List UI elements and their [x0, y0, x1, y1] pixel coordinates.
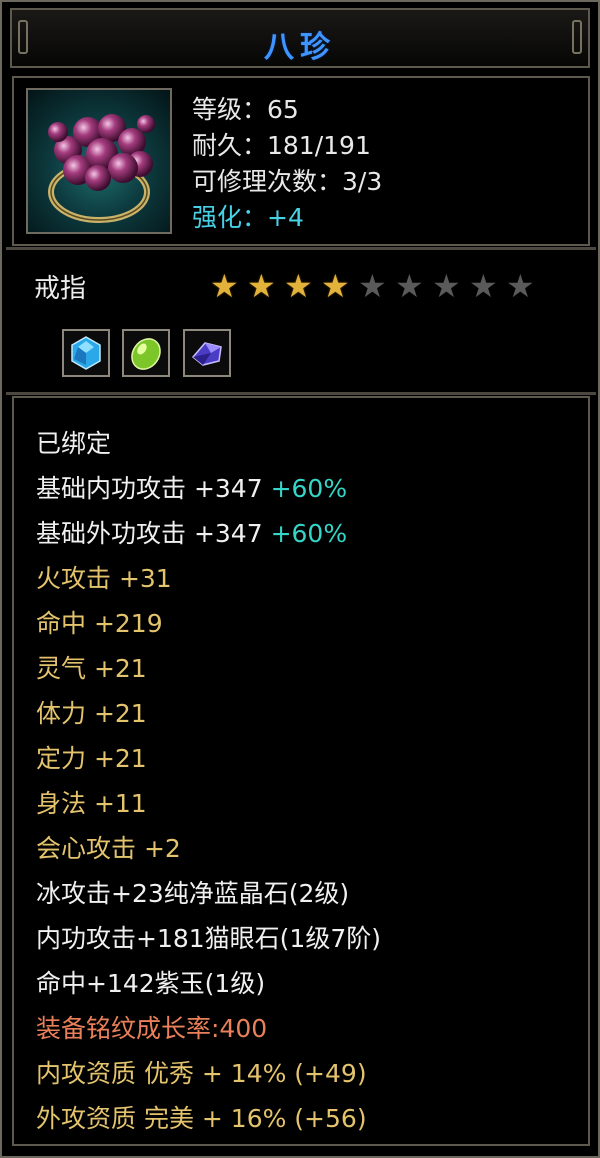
- gem-bonus-jade: 命中+142紫玉(1级): [36, 969, 266, 998]
- gem-bonus-ice: 冰攻击+23纯净蓝晶石(2级): [36, 879, 350, 908]
- attr-fire-attack: 火攻击 +31: [36, 564, 172, 593]
- star-filled-icon: ★: [210, 267, 239, 305]
- star-empty-icon: ★: [432, 267, 461, 305]
- growth-rate: 装备铭纹成长率:400: [36, 1014, 268, 1043]
- purple-gem-icon[interactable]: [183, 329, 231, 377]
- attr-inner-attack: 基础内功攻击 +347 +60%: [36, 473, 347, 505]
- title-bar: 八珍: [10, 8, 590, 68]
- level-stat: 等级：65: [192, 95, 299, 124]
- item-type: 戒指: [34, 274, 87, 304]
- repair-count-stat: 可修理次数：3/3: [192, 167, 383, 196]
- attr-crit: 会心攻击 +2: [36, 834, 181, 863]
- attr-stamina: 体力 +21: [36, 699, 147, 728]
- ring-amethyst-icon: [26, 88, 172, 234]
- attr-inner-attack-value: 基础内功攻击 +347: [36, 474, 263, 503]
- star-empty-icon: ★: [395, 267, 424, 305]
- star-filled-icon: ★: [321, 267, 350, 305]
- item-header: 等级：65 耐久：181/191 可修理次数：3/3 强化：+4: [6, 76, 596, 250]
- attr-focus: 定力 +21: [36, 744, 147, 773]
- attribute-list: 已绑定 基础内功攻击 +347 +60% 基础外功攻击 +347 +60% 火攻…: [6, 392, 596, 1146]
- attr-outer-attack-value: 基础外功攻击 +347: [36, 519, 263, 548]
- item-name: 八珍: [264, 30, 336, 65]
- gem-bonus-cats-eye: 内功攻击+181猫眼石(1级7阶): [36, 924, 381, 953]
- star-filled-icon: ★: [284, 267, 313, 305]
- attr-spirit: 灵气 +21: [36, 654, 147, 683]
- attr-agility: 身法 +11: [36, 789, 147, 818]
- inner-attack-quality: 内攻资质 优秀 + 14% (+49): [36, 1059, 367, 1088]
- attr-outer-attack: 基础外功攻击 +347 +60%: [36, 518, 347, 550]
- blue-gem-icon[interactable]: [62, 329, 110, 377]
- star-filled-icon: ★: [247, 267, 276, 305]
- outer-attack-quality: 外攻资质 完美 + 16% (+56): [36, 1104, 367, 1133]
- green-gem-icon[interactable]: [122, 329, 170, 377]
- attr-inner-attack-pct: +60%: [270, 474, 348, 503]
- star-empty-icon: ★: [469, 267, 498, 305]
- attr-hit: 命中 +219: [36, 609, 163, 638]
- durability-stat: 耐久：181/191: [192, 131, 371, 160]
- item-tooltip: 八珍 等级：65 耐久：181/191 可修理次数：3/3 强化：+4 戒指 ★…: [0, 0, 600, 1158]
- star-empty-icon: ★: [506, 267, 535, 305]
- star-empty-icon: ★: [358, 267, 387, 305]
- enhance-stat: 强化：+4: [192, 203, 304, 232]
- attr-outer-attack-pct: +60%: [270, 519, 348, 548]
- bound-status: 已绑定: [36, 429, 112, 458]
